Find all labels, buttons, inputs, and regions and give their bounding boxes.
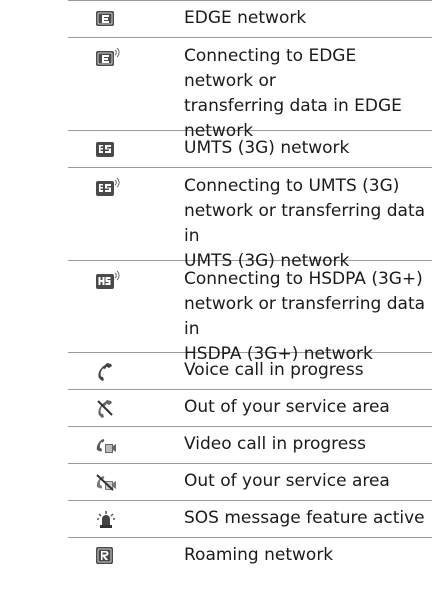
edge-icon <box>94 9 118 29</box>
video-no-service-icon <box>94 472 118 492</box>
table-row: Roaming network <box>68 538 432 575</box>
status-icon-table: EDGE network Connecting to EDGE network … <box>68 0 432 575</box>
row-description: Video call in progress <box>184 434 366 454</box>
table-row: Voice call in progress <box>68 353 432 390</box>
row-description: Out of your service area <box>184 397 390 417</box>
table-row: Connecting to UMTS (3G) network or trans… <box>68 168 432 271</box>
voice-no-service-icon <box>94 398 118 418</box>
row-description: Roaming network <box>184 545 334 565</box>
umts-3g-transfer-icon <box>94 177 120 197</box>
umts-3g-icon <box>94 140 118 160</box>
row-description: Connecting to EDGE network or transferri… <box>184 46 402 141</box>
row-description: SOS message feature active <box>184 508 425 528</box>
table-row: EDGE network <box>68 1 432 38</box>
row-description: UMTS (3G) network <box>184 138 350 158</box>
table-row: Out of your service area <box>68 390 432 427</box>
table-row: UMTS (3G) network <box>68 131 432 168</box>
video-call-icon <box>94 435 118 455</box>
roaming-icon <box>94 546 118 566</box>
sos-alarm-icon <box>94 509 118 529</box>
table-row: SOS message feature active <box>68 501 432 538</box>
table-row: Connecting to EDGE network or transferri… <box>68 38 432 141</box>
row-description: Voice call in progress <box>184 360 364 380</box>
hsdpa-transfer-icon <box>94 270 120 290</box>
row-description: Out of your service area <box>184 471 390 491</box>
edge-transfer-icon <box>94 47 120 67</box>
voice-call-icon <box>94 361 118 381</box>
table-row: Out of your service area <box>68 464 432 501</box>
row-description: Connecting to UMTS (3G) network or trans… <box>184 176 426 271</box>
table-row: Video call in progress <box>68 427 432 464</box>
table-row: Connecting to HSDPA (3G+) network or tra… <box>68 261 432 364</box>
row-description: EDGE network <box>184 8 307 28</box>
row-description: Connecting to HSDPA (3G+) network or tra… <box>184 269 426 364</box>
